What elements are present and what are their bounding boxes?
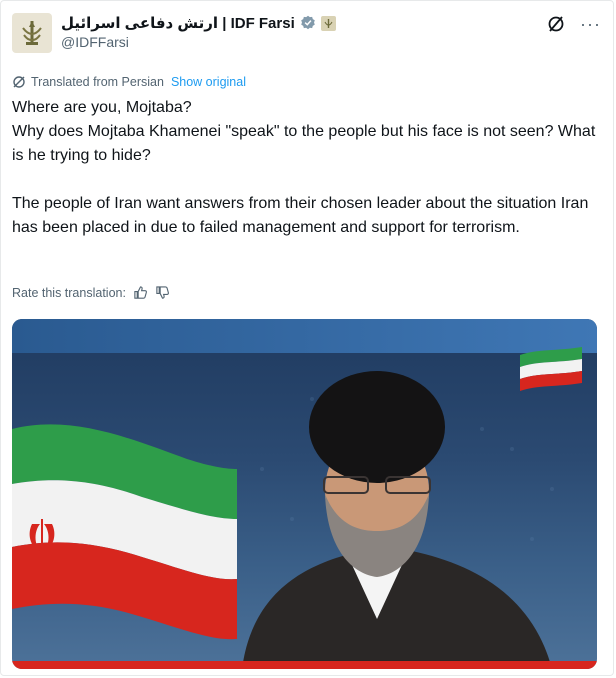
- tweet-actions-top: ···: [546, 14, 601, 34]
- rate-translation: Rate this translation:: [12, 285, 170, 300]
- iran-flag-small: [520, 347, 582, 391]
- tweet-text: Where are you, Mojtaba? Why does Mojtaba…: [12, 96, 597, 240]
- verified-badge-icon: [300, 15, 315, 30]
- more-icon[interactable]: ···: [580, 15, 601, 33]
- thumbs-down-icon[interactable]: [155, 285, 170, 300]
- grok-icon[interactable]: [546, 14, 566, 34]
- affiliate-badge-icon: [320, 15, 336, 31]
- translation-notice: Translated from Persian Show original: [12, 75, 246, 89]
- iran-flag-large: [12, 424, 237, 640]
- tweet-line-3: The people of Iran want answers from the…: [12, 195, 589, 236]
- translate-icon: [13, 76, 25, 88]
- tweet-card: ارتش دفاعی اسرائیل | IDF Farsi @IDFFarsi…: [0, 0, 614, 676]
- name-row: ارتش دفاعی اسرائیل | IDF Farsi: [61, 12, 336, 34]
- show-original-link[interactable]: Show original: [171, 75, 246, 89]
- translated-from-label: Translated from Persian: [31, 75, 164, 89]
- account-handle[interactable]: @IDFFarsi: [61, 34, 129, 50]
- idf-emblem-icon: [22, 21, 42, 45]
- avatar[interactable]: [12, 13, 52, 53]
- image-illustration: [12, 347, 582, 669]
- tweet-line-1: Where are you, Mojtaba?: [12, 99, 192, 116]
- rate-label: Rate this translation:: [12, 285, 126, 300]
- thumbs-up-icon[interactable]: [133, 285, 148, 300]
- display-name[interactable]: ارتش دفاعی اسرائیل | IDF Farsi: [61, 14, 295, 32]
- tweet-line-2: Why does Mojtaba Khamenei "speak" to the…: [12, 123, 596, 164]
- image-bottom-band: [12, 661, 597, 669]
- portrait: [242, 371, 552, 669]
- tweet-image[interactable]: [12, 319, 597, 669]
